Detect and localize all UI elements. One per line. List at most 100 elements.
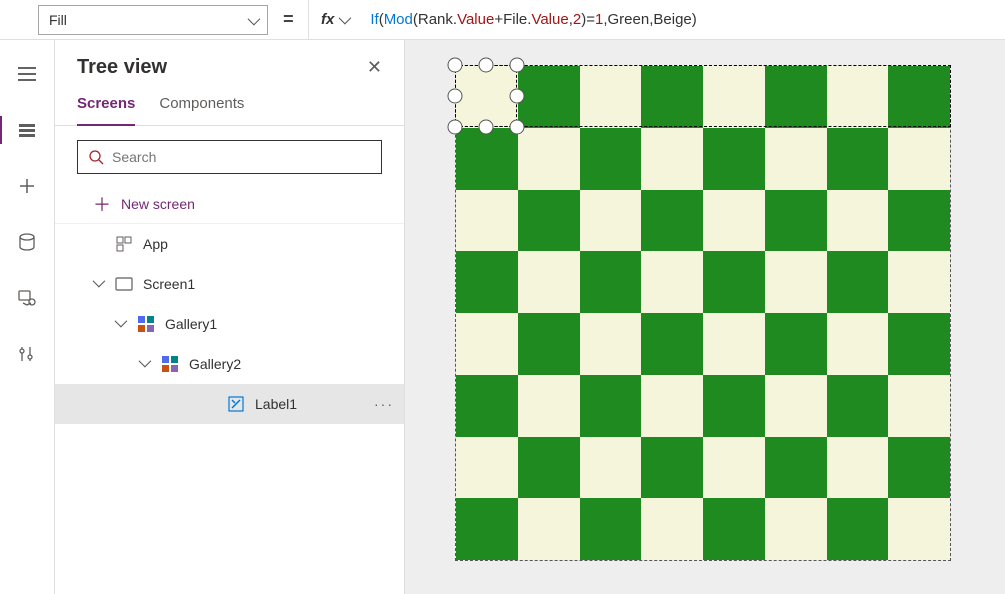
search-field[interactable] (112, 149, 371, 165)
board-cell (765, 128, 827, 190)
board-cell (641, 498, 703, 560)
tree-node-gallery2[interactable]: Gallery2 (55, 344, 404, 384)
board-cell (703, 128, 765, 190)
board-cell (580, 66, 642, 128)
hamburger-icon[interactable] (7, 60, 47, 88)
resize-handle[interactable] (448, 58, 463, 73)
tab-screens[interactable]: Screens (77, 87, 135, 126)
board-cell (518, 128, 580, 190)
board-cell (580, 437, 642, 499)
screen-icon (115, 277, 133, 291)
board-cell (888, 128, 950, 190)
board-cell (641, 437, 703, 499)
search-input[interactable] (77, 140, 382, 174)
board-cell (888, 437, 950, 499)
tree-node-app[interactable]: App (55, 224, 404, 264)
board-cell (456, 437, 518, 499)
chevron-down-icon (339, 11, 348, 28)
board-cell (888, 66, 950, 128)
resize-handle[interactable] (510, 58, 525, 73)
board-cell (518, 498, 580, 560)
board-cell (456, 313, 518, 375)
board-cell (518, 251, 580, 313)
board-cell (765, 251, 827, 313)
chevron-icon[interactable] (93, 278, 105, 290)
board-cell (456, 190, 518, 252)
board-cell (827, 375, 889, 437)
board-cell (518, 190, 580, 252)
new-screen-button[interactable]: ＋ New screen (55, 184, 404, 224)
close-icon[interactable]: ✕ (367, 57, 382, 78)
canvas[interactable] (405, 40, 1005, 594)
resize-handle[interactable] (510, 89, 525, 104)
board-cell (518, 313, 580, 375)
board-cell (456, 128, 518, 190)
board-cell (580, 498, 642, 560)
data-icon[interactable] (7, 228, 47, 256)
search-icon (88, 149, 104, 165)
tree-node-screen1[interactable]: Screen1 (55, 264, 404, 304)
board-cell (703, 313, 765, 375)
board-cell (827, 251, 889, 313)
board-cell (765, 190, 827, 252)
board-cell (518, 66, 580, 128)
plus-icon: ＋ (93, 191, 111, 217)
board-cell (703, 375, 765, 437)
tools-icon[interactable] (7, 340, 47, 368)
label-icon (227, 396, 245, 412)
board-cell (456, 375, 518, 437)
tab-components[interactable]: Components (159, 87, 244, 125)
chevron-icon[interactable] (115, 318, 127, 330)
resize-handle[interactable] (479, 58, 494, 73)
insert-icon[interactable] (7, 172, 47, 200)
board-cell (641, 251, 703, 313)
app-icon (115, 236, 133, 252)
board-cell (580, 190, 642, 252)
resize-handle[interactable] (448, 120, 463, 135)
property-dropdown[interactable]: Fill (38, 5, 268, 35)
board-cell (456, 66, 518, 128)
board-cell (580, 375, 642, 437)
tree-node-label1[interactable]: Label1 ··· (55, 384, 404, 424)
media-icon[interactable] (7, 284, 47, 312)
resize-handle[interactable] (448, 89, 463, 104)
board-cell (641, 190, 703, 252)
tree-view-panel: Tree view ✕ Screens Components ＋ New scr… (55, 40, 405, 594)
formula-bar: Fill = fx If( Mod( Rank.Value + File.Val… (0, 0, 1005, 40)
board-cell (703, 66, 765, 128)
fx-button[interactable]: fx (308, 0, 360, 39)
board-cell (888, 498, 950, 560)
chevron-icon[interactable] (139, 358, 151, 370)
board-cell (456, 498, 518, 560)
board-cell (580, 251, 642, 313)
tree-node-label: Label1 (255, 396, 354, 412)
board-cell (827, 66, 889, 128)
tree-view-icon[interactable] (7, 116, 47, 144)
formula-input[interactable]: If( Mod( Rank.Value + File.Value, 2 ) = … (360, 0, 1005, 39)
board-cell (888, 190, 950, 252)
fx-icon: fx (321, 11, 334, 28)
equals-sign: = (268, 9, 308, 30)
board-cell (641, 375, 703, 437)
board-cell (703, 251, 765, 313)
board-cell (641, 66, 703, 128)
resize-handle[interactable] (510, 120, 525, 135)
more-icon[interactable]: ··· (364, 396, 404, 412)
board-cell (580, 313, 642, 375)
board-cell (518, 437, 580, 499)
property-selected-label: Fill (49, 12, 67, 28)
board-cell (888, 313, 950, 375)
board-cell (703, 190, 765, 252)
chevron-down-icon (248, 12, 257, 28)
new-screen-label: New screen (121, 196, 404, 212)
board-cell (765, 498, 827, 560)
board-cell (827, 437, 889, 499)
main-area: Tree view ✕ Screens Components ＋ New scr… (0, 40, 1005, 594)
board-cell (765, 437, 827, 499)
resize-handle[interactable] (479, 120, 494, 135)
tree-node-gallery1[interactable]: Gallery1 (55, 304, 404, 344)
board-cell (827, 313, 889, 375)
board-cell (518, 375, 580, 437)
board-cell (888, 251, 950, 313)
board-cell (703, 437, 765, 499)
